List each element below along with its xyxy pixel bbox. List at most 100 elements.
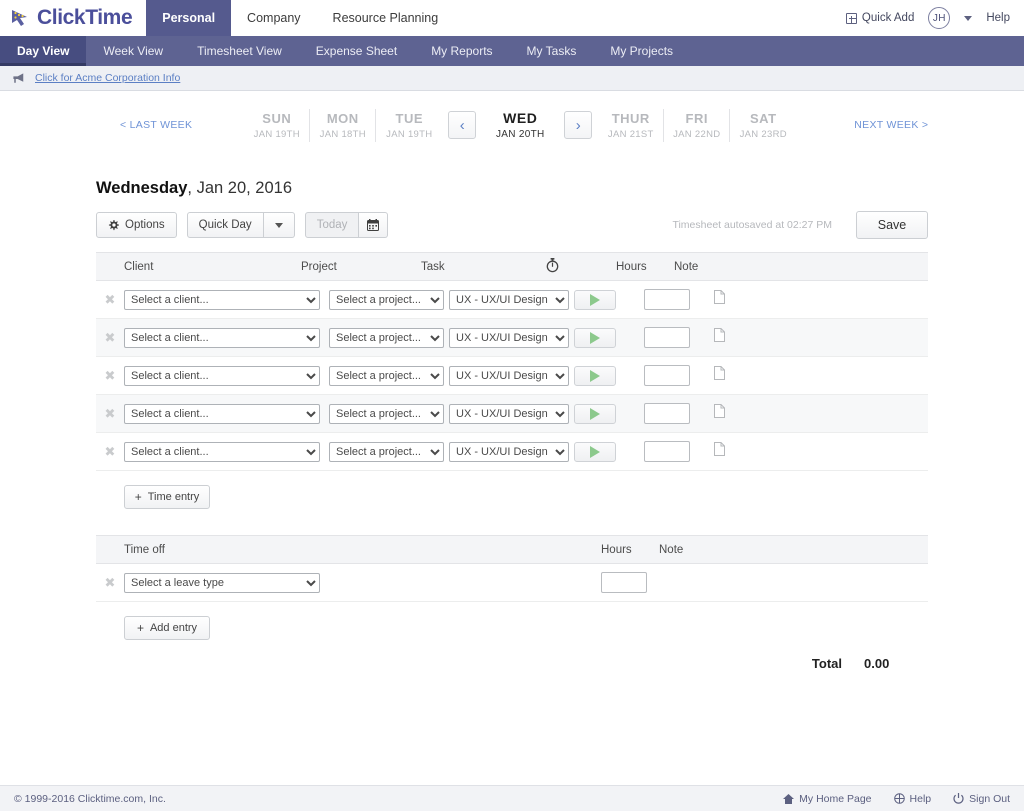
task-select[interactable]: UX - UX/UI Design bbox=[449, 327, 569, 348]
task-select[interactable]: UX - UX/UI Design bbox=[449, 289, 569, 310]
day-sun[interactable]: SUN JAN 19TH bbox=[244, 108, 311, 142]
quick-day-dropdown-button[interactable] bbox=[263, 212, 295, 238]
day-tue[interactable]: TUE JAN 19TH bbox=[376, 109, 442, 142]
column-header-note: Note bbox=[674, 260, 699, 273]
play-icon bbox=[590, 407, 600, 420]
add-timeoff-entry-button[interactable]: + Add entry bbox=[124, 616, 210, 640]
leave-type-select[interactable]: Select a leave type bbox=[124, 572, 320, 593]
delete-row-button[interactable]: ✖ bbox=[96, 443, 124, 461]
timer-cell bbox=[574, 365, 644, 386]
acme-info-link[interactable]: Click for Acme Corporation Info bbox=[35, 72, 180, 84]
footer-link-help[interactable]: Help bbox=[893, 793, 931, 805]
subnav-item-timesheet-view[interactable]: Timesheet View bbox=[180, 36, 299, 66]
note-page-icon[interactable] bbox=[714, 290, 725, 309]
client-select[interactable]: Select a client... bbox=[124, 403, 320, 424]
subnav-item-week-view[interactable]: Week View bbox=[86, 36, 180, 66]
day-toolbar: Options Quick Day Today Timesheet autosa… bbox=[96, 211, 928, 239]
hours-input[interactable] bbox=[644, 365, 690, 386]
subnav-item-day-view[interactable]: Day View bbox=[0, 36, 87, 66]
plus-icon: + bbox=[136, 621, 144, 635]
note-page-icon[interactable] bbox=[714, 366, 725, 385]
timer-cell bbox=[574, 327, 644, 348]
table-row: ✖ Select a client... Select a project...… bbox=[96, 357, 928, 395]
add-time-entry-button[interactable]: + Time entry bbox=[124, 485, 210, 509]
last-week-link[interactable]: < LAST WEEK bbox=[120, 119, 192, 131]
note-page-icon[interactable] bbox=[714, 328, 725, 347]
hours-input[interactable] bbox=[644, 441, 690, 462]
subnav-item-my-reports[interactable]: My Reports bbox=[414, 36, 509, 66]
project-select[interactable]: Select a project... bbox=[329, 327, 444, 348]
top-tab-resource-planning[interactable]: Resource Planning bbox=[317, 0, 455, 36]
note-cell bbox=[714, 404, 774, 423]
options-button[interactable]: Options bbox=[96, 212, 177, 238]
power-icon bbox=[953, 793, 964, 804]
task-select[interactable]: UX - UX/UI Design bbox=[449, 365, 569, 386]
hours-input[interactable] bbox=[644, 289, 690, 310]
delete-row-button[interactable]: ✖ bbox=[96, 291, 124, 309]
save-button[interactable]: Save bbox=[856, 211, 928, 239]
remove-x-icon: ✖ bbox=[104, 329, 116, 345]
next-day-button[interactable]: › bbox=[564, 111, 593, 139]
client-select[interactable]: Select a client... bbox=[124, 365, 320, 386]
subnav-item-my-projects[interactable]: My Projects bbox=[593, 36, 690, 66]
options-label: Options bbox=[125, 219, 165, 231]
timer-cell bbox=[574, 289, 644, 310]
timeoff-hours-input[interactable] bbox=[601, 572, 647, 593]
play-icon bbox=[590, 331, 600, 344]
subnav-item-my-tasks[interactable]: My Tasks bbox=[510, 36, 594, 66]
hours-input[interactable] bbox=[644, 403, 690, 424]
table-row: ✖ Select a leave type bbox=[96, 564, 928, 602]
brand-logo[interactable]: ClickTime bbox=[0, 0, 146, 36]
footer-link-sign-out[interactable]: Sign Out bbox=[953, 793, 1010, 805]
quick-add-button[interactable]: Quick Add bbox=[845, 12, 914, 24]
project-select[interactable]: Select a project... bbox=[329, 365, 444, 386]
subnav-item-expense-sheet[interactable]: Expense Sheet bbox=[299, 36, 414, 66]
hours-cell bbox=[644, 441, 714, 462]
client-select[interactable]: Select a client... bbox=[124, 289, 320, 310]
previous-day-button[interactable]: ‹ bbox=[448, 111, 477, 139]
day-sat[interactable]: SAT JAN 23RD bbox=[730, 109, 796, 142]
project-cell: Select a project... bbox=[329, 403, 449, 424]
today-button[interactable]: Today bbox=[304, 212, 360, 238]
quick-day-button[interactable]: Quick Day bbox=[186, 212, 264, 238]
column-header-timeoff-hours: Hours bbox=[601, 543, 632, 556]
start-timer-button[interactable] bbox=[574, 327, 616, 348]
note-page-icon[interactable] bbox=[714, 404, 725, 423]
delete-row-button[interactable]: ✖ bbox=[96, 367, 124, 385]
top-tab-company[interactable]: Company bbox=[231, 0, 317, 36]
project-select[interactable]: Select a project... bbox=[329, 289, 444, 310]
stopwatch-icon bbox=[546, 257, 559, 272]
day-sat-name: SAT bbox=[749, 110, 777, 126]
project-cell: Select a project... bbox=[329, 365, 449, 386]
day-sun-date: JAN 19TH bbox=[253, 128, 300, 140]
start-timer-button[interactable] bbox=[574, 403, 616, 424]
day-thur[interactable]: THUR JAN 21ST bbox=[598, 108, 665, 142]
chevron-down-icon[interactable] bbox=[964, 15, 973, 21]
gear-icon bbox=[108, 219, 119, 230]
start-timer-button[interactable] bbox=[574, 289, 616, 310]
top-tab-personal[interactable]: Personal bbox=[146, 0, 232, 36]
client-select[interactable]: Select a client... bbox=[124, 327, 320, 348]
help-link[interactable]: Help bbox=[986, 12, 1010, 24]
client-cell: Select a client... bbox=[124, 289, 329, 310]
delete-row-button[interactable]: ✖ bbox=[96, 329, 124, 347]
delete-row-button[interactable]: ✖ bbox=[96, 574, 124, 592]
delete-row-button[interactable]: ✖ bbox=[96, 405, 124, 423]
project-select[interactable]: Select a project... bbox=[329, 403, 444, 424]
calendar-picker-button[interactable] bbox=[359, 212, 389, 238]
footer-link-my-home-page[interactable]: My Home Page bbox=[783, 793, 872, 805]
client-select[interactable]: Select a client... bbox=[124, 441, 320, 462]
selected-day-name: WED bbox=[503, 110, 538, 126]
avatar[interactable]: JH bbox=[928, 7, 951, 29]
day-fri[interactable]: FRI JAN 22ND bbox=[664, 108, 731, 142]
task-select[interactable]: UX - UX/UI Design bbox=[449, 441, 569, 462]
start-timer-button[interactable] bbox=[574, 441, 616, 462]
note-page-icon[interactable] bbox=[714, 442, 725, 461]
start-timer-button[interactable] bbox=[574, 365, 616, 386]
next-week-link[interactable]: NEXT WEEK > bbox=[854, 119, 928, 131]
day-mon[interactable]: MON JAN 18TH bbox=[310, 108, 377, 142]
hours-input[interactable] bbox=[644, 327, 690, 348]
project-select[interactable]: Select a project... bbox=[329, 441, 444, 462]
task-select[interactable]: UX - UX/UI Design bbox=[449, 403, 569, 424]
day-wed-selected[interactable]: WED JAN 20TH bbox=[485, 110, 555, 140]
